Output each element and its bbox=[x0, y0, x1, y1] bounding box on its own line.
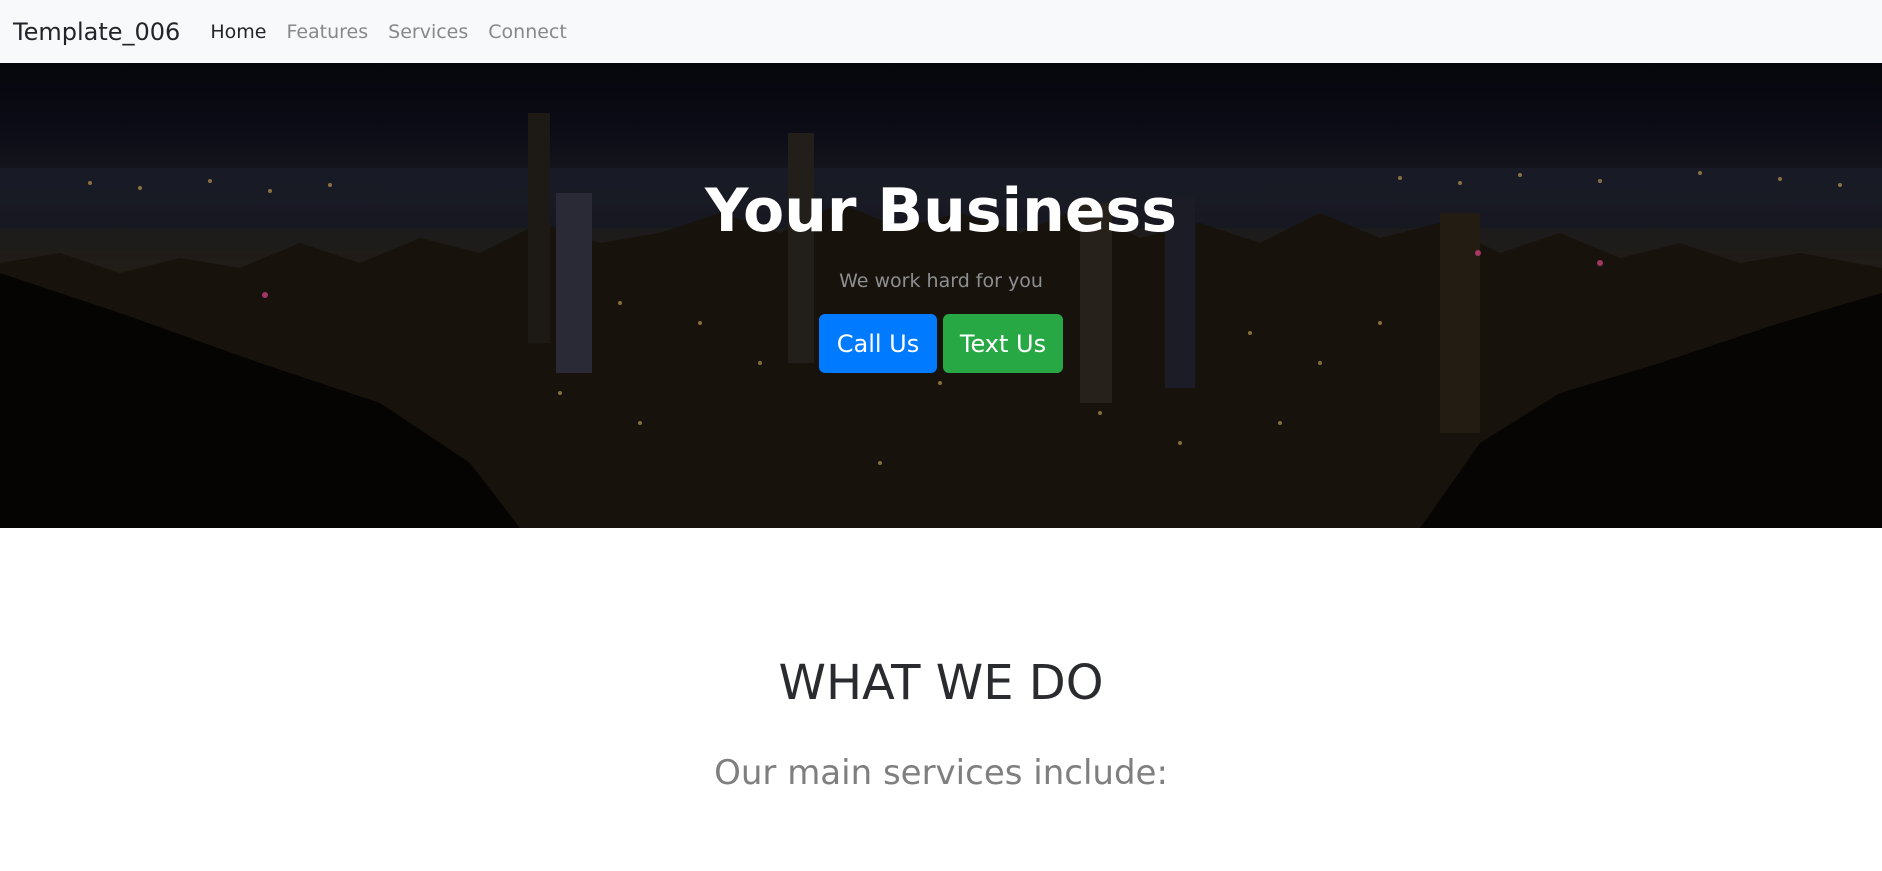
hero-subtitle: We work hard for you bbox=[839, 270, 1043, 292]
hero-button-group: Call Us Text Us bbox=[0, 314, 1882, 373]
section-subtitle: Our main services include: bbox=[714, 753, 1168, 793]
nav-link-services[interactable]: Services bbox=[388, 21, 468, 43]
nav-link-connect[interactable]: Connect bbox=[488, 21, 567, 43]
section-title: WHAT WE DO bbox=[778, 655, 1104, 711]
hero-content: Your Business We work hard for you Call … bbox=[0, 63, 1882, 528]
text-us-button[interactable]: Text Us bbox=[943, 314, 1063, 373]
call-us-button[interactable]: Call Us bbox=[819, 314, 937, 373]
navbar: Template_006 Home Features Services Conn… bbox=[0, 0, 1882, 63]
hero-title: Your Business bbox=[705, 176, 1177, 246]
nav-link-home[interactable]: Home bbox=[210, 21, 266, 43]
brand-logo[interactable]: Template_006 bbox=[13, 18, 180, 46]
hero-banner: Your Business We work hard for you Call … bbox=[0, 63, 1882, 528]
nav-link-features[interactable]: Features bbox=[286, 21, 368, 43]
